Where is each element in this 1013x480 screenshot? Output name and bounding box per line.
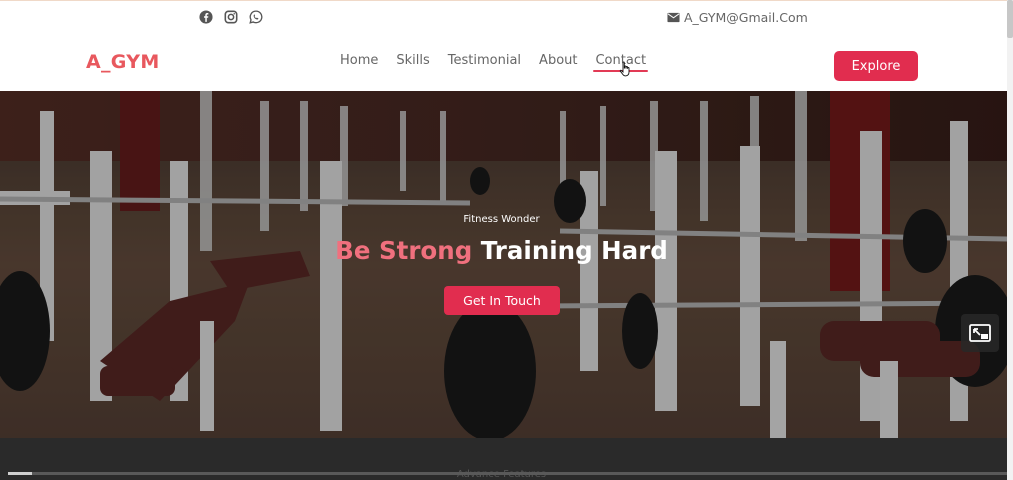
nav-item-about[interactable]: About [539, 53, 577, 68]
email-text: A_GYM@Gmail.Com [684, 10, 808, 25]
facebook-icon[interactable] [199, 10, 213, 24]
hero-section: Fitness Wonder Be Strong Training Hard G… [0, 91, 1007, 438]
hero-subtitle: Fitness Wonder [463, 214, 540, 225]
page: A_GYM@Gmail.Com A_GYM Home Skills Testim… [0, 0, 1007, 480]
picture-in-picture-button[interactable] [961, 314, 999, 352]
instagram-icon[interactable] [224, 10, 238, 24]
nav-item-skills[interactable]: Skills [396, 53, 429, 68]
social-links [199, 10, 263, 24]
horizontal-scrollbar[interactable] [8, 472, 1007, 475]
explore-button[interactable]: Explore [834, 51, 918, 81]
get-in-touch-button[interactable]: Get In Touch [444, 286, 560, 315]
nav-item-testimonial[interactable]: Testimonial [448, 53, 521, 68]
nav-item-home[interactable]: Home [340, 53, 378, 68]
hero-title-accent: Be Strong [335, 236, 473, 265]
navbar: A_GYM Home Skills Testimonial About Cont… [0, 34, 1007, 91]
whatsapp-icon[interactable] [249, 10, 263, 24]
horizontal-scrollbar-thumb[interactable] [8, 472, 32, 475]
envelope-icon [667, 12, 680, 23]
contact-email[interactable]: A_GYM@Gmail.Com [667, 10, 808, 25]
top-bar: A_GYM@Gmail.Com [0, 0, 1007, 34]
hero-title: Be Strong Training Hard [0, 236, 1003, 265]
logo[interactable]: A_GYM [86, 51, 160, 73]
nav-menu: Home Skills Testimonial About Contact [340, 53, 648, 72]
picture-in-picture-icon [969, 324, 991, 342]
features-section: Advance Features [0, 438, 1007, 480]
vertical-scrollbar-thumb[interactable] [1007, 0, 1013, 38]
hero-title-rest: Training Hard [480, 236, 668, 265]
vertical-scrollbar[interactable] [1007, 0, 1013, 480]
hand-cursor-icon [619, 61, 630, 77]
